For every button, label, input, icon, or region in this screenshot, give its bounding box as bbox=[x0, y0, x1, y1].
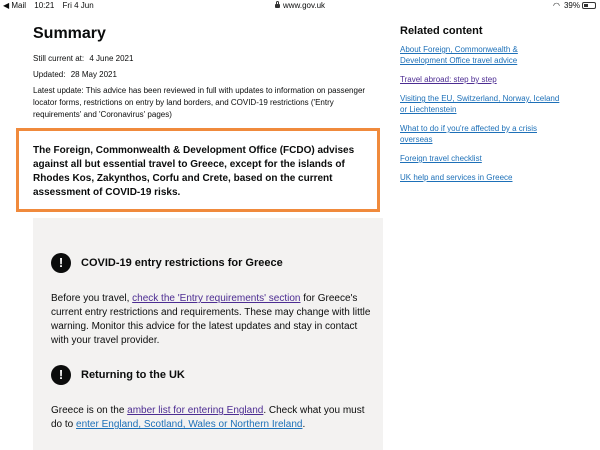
latest-update: Latest update: This advice has been revi… bbox=[33, 86, 366, 119]
list-item: What to do if you're affected by a crisi… bbox=[400, 123, 560, 145]
status-bar: ◀ Mail 10:21 Fri 4 Jun www.gov.uk ◠ 39% bbox=[0, 0, 600, 12]
amber-list-link[interactable]: amber list for entering England bbox=[127, 405, 263, 416]
para2-text-start: Greece is on the bbox=[51, 405, 128, 416]
battery-icon bbox=[582, 2, 596, 9]
covid-warning-text: Before you travel, check the 'Entry requ… bbox=[51, 292, 373, 348]
warning-panel: ! COVID-19 entry restrictions for Greece… bbox=[33, 218, 383, 450]
related-content-title: Related content bbox=[400, 25, 483, 37]
list-item: About Foreign, Commonwealth & Developmen… bbox=[400, 44, 560, 66]
updated-value: 28 May 2021 bbox=[70, 70, 117, 79]
battery-percent: 39% bbox=[563, 1, 580, 10]
wifi-icon: ◠ bbox=[553, 1, 560, 10]
related-content: Related content About Foreign, Commonwea… bbox=[400, 24, 560, 191]
returning-warning-text: Greece is on the amber list for entering… bbox=[51, 404, 373, 432]
still-current-row: Still current at: 4 June 2021 bbox=[33, 53, 383, 65]
updated-row: Updated: 28 May 2021 bbox=[33, 69, 383, 81]
address-bar[interactable]: www.gov.uk bbox=[0, 0, 600, 12]
related-links-list: About Foreign, Commonwealth & Developmen… bbox=[400, 44, 560, 183]
related-link-travel-abroad[interactable]: Travel abroad: step by step bbox=[400, 75, 497, 84]
para1-text-start: Before you travel, bbox=[51, 293, 133, 304]
covid-warning-title: COVID-19 entry restrictions for Greece bbox=[81, 257, 283, 269]
list-item: Travel abroad: step by step bbox=[400, 74, 560, 85]
page-title: Summary bbox=[33, 25, 106, 42]
related-link-uk-help-greece[interactable]: UK help and services in Greece bbox=[400, 173, 513, 182]
enter-uk-link[interactable]: enter England, Scotland, Wales or Northe… bbox=[76, 419, 302, 430]
returning-warning-title: Returning to the UK bbox=[81, 369, 185, 381]
still-current-value: 4 June 2021 bbox=[89, 54, 134, 63]
lock-icon bbox=[274, 1, 280, 8]
related-link-visiting-eu[interactable]: Visiting the EU, Switzerland, Norway, Ic… bbox=[400, 94, 559, 114]
related-link-crisis[interactable]: What to do if you're affected by a crisi… bbox=[400, 124, 537, 144]
list-item: Foreign travel checklist bbox=[400, 153, 560, 164]
still-current-label: Still current at: bbox=[33, 54, 85, 63]
related-link-checklist[interactable]: Foreign travel checklist bbox=[400, 154, 482, 163]
updated-label: Updated: bbox=[33, 70, 66, 79]
list-item: UK help and services in Greece bbox=[400, 172, 560, 183]
related-link-fcdo-advice[interactable]: About Foreign, Commonwealth & Developmen… bbox=[400, 45, 518, 65]
url-text: www.gov.uk bbox=[282, 1, 326, 10]
exclamation-icon: ! bbox=[51, 253, 71, 273]
exclamation-icon: ! bbox=[51, 365, 71, 385]
summary-meta: Still current at: 4 June 2021 Updated: 2… bbox=[33, 53, 383, 121]
para2-text-end: . bbox=[302, 419, 306, 430]
status-right: ◠ 39% bbox=[553, 0, 596, 12]
summary-section: Summary Still current at: 4 June 2021 Up… bbox=[33, 24, 383, 125]
list-item: Visiting the EU, Switzerland, Norway, Ic… bbox=[400, 93, 560, 115]
fcdo-advice-text: The Foreign, Commonwealth & Development … bbox=[33, 145, 355, 198]
entry-requirements-link[interactable]: check the 'Entry requirements' section bbox=[132, 293, 300, 304]
